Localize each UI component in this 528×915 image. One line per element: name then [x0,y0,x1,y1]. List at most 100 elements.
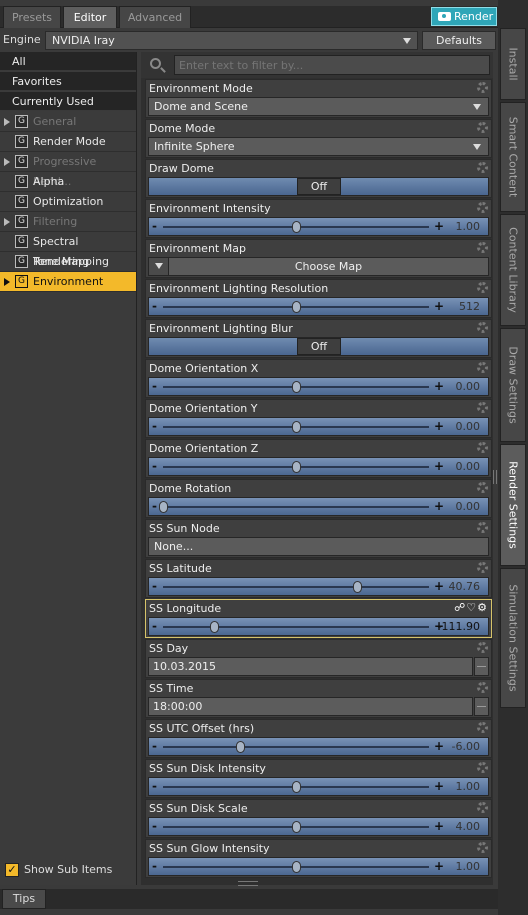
slider-value[interactable]: 1.00 [456,778,481,795]
checkmark-icon[interactable]: ✓ [5,863,19,877]
draw-dome-toggle[interactable]: Off [148,177,489,196]
tab-simulation-settings[interactable]: Simulation Settings [500,568,526,708]
tab-content-library[interactable]: Content Library [500,214,526,326]
link-favorite-gear-icons[interactable]: ☍♡⚙ [454,601,488,614]
scrollbar-grip[interactable] [493,470,497,484]
gear-icon[interactable] [477,482,488,493]
expand-arrow-icon[interactable] [4,118,10,126]
gear-icon[interactable] [477,362,488,373]
gear-icon[interactable] [477,682,488,693]
decrement-button[interactable]: - [152,498,157,514]
slider-knob[interactable] [292,301,301,313]
tab-smart-content[interactable]: Smart Content [500,102,526,212]
utc-offset-slider[interactable]: - + -6.00 [148,737,489,756]
lighting-blur-toggle[interactable]: Off [148,337,489,356]
day-spinner[interactable] [474,657,489,676]
decrement-button[interactable]: - [152,378,157,394]
sun-disk-intensity-slider[interactable]: - +1.00 [148,777,489,796]
expand-arrow-icon[interactable] [4,218,10,226]
sun-disk-scale-slider[interactable]: - +4.00 [148,817,489,836]
increment-button[interactable]: + [434,578,444,595]
gear-icon[interactable] [477,562,488,573]
slider-value[interactable]: 0.00 [456,418,481,435]
slider-knob[interactable] [159,501,168,513]
dome-orientation-y-slider[interactable]: - +0.00 [148,417,489,436]
engine-select[interactable]: NVIDIA Iray [45,31,418,50]
slider-knob[interactable] [292,381,301,393]
slider-knob[interactable] [292,821,301,833]
gear-icon[interactable] [477,722,488,733]
slider-track[interactable] [163,746,429,748]
choose-map-button[interactable]: Choose Map [169,258,488,275]
increment-button[interactable]: + [434,778,444,795]
slider-knob[interactable] [236,741,246,753]
environment-mode-select[interactable]: Dome and Scene [148,97,489,116]
category-currently-used[interactable]: Currently Used [0,92,136,111]
group-optimization[interactable]: G Optimization [0,192,136,212]
slider-value[interactable]: 1.00 [456,218,481,235]
group-general[interactable]: G General [0,112,136,132]
day-field[interactable]: 10.03.2015 [148,657,473,676]
expand-arrow-icon[interactable] [4,278,10,286]
tips-tab[interactable]: Tips [2,889,46,909]
increment-button[interactable]: + [434,298,444,315]
gear-icon[interactable] [477,802,488,813]
group-render-mode[interactable]: G Render Mode [0,132,136,152]
dome-rotation-slider[interactable]: - +0.00 [148,497,489,516]
gear-icon[interactable] [477,122,488,133]
slider-track[interactable] [163,626,429,628]
gear-icon[interactable] [477,282,488,293]
increment-button[interactable]: + [434,378,444,395]
gear-icon[interactable] [477,642,488,653]
tab-advanced[interactable]: Advanced [119,6,191,28]
gear-icon[interactable] [477,202,488,213]
environment-map-picker[interactable]: Choose Map [148,257,489,276]
decrement-button[interactable]: - [152,858,157,874]
decrement-button[interactable]: - [152,298,157,314]
sun-node-picker[interactable]: None... [148,537,489,556]
slider-track[interactable] [163,586,429,588]
decrement-button[interactable]: - [152,458,157,474]
decrement-button[interactable]: - [152,818,157,834]
slider-knob[interactable] [353,581,363,593]
gear-icon[interactable] [477,842,488,853]
expand-arrow-icon[interactable] [4,158,10,166]
render-button[interactable]: Render [431,7,497,26]
tab-install[interactable]: Install [500,28,526,100]
dome-orientation-z-slider[interactable]: - +0.00 [148,457,489,476]
slider-value[interactable]: 0.00 [456,458,481,475]
tab-render-settings[interactable]: Render Settings [500,444,526,566]
time-field[interactable]: 18:00:00 [148,697,473,716]
gear-icon[interactable] [477,442,488,453]
slider-value[interactable]: -111.90 [438,618,480,635]
slider-knob[interactable] [209,621,219,633]
group-spectral-rendering[interactable]: G Spectral Rendering [0,232,136,268]
decrement-button[interactable]: - [152,418,157,434]
decrement-button[interactable]: - [152,618,157,634]
search-icon[interactable] [150,58,161,69]
gear-icon[interactable] [477,162,488,173]
increment-button[interactable]: + [434,458,444,475]
slider-knob[interactable] [292,421,301,433]
increment-button[interactable]: + [434,738,444,755]
group-filtering[interactable]: G Filtering [0,212,136,232]
tab-draw-settings[interactable]: Draw Settings [500,328,526,442]
slider-track[interactable] [163,506,429,508]
gear-icon[interactable] [477,402,488,413]
show-sub-items-toggle[interactable]: ✓ Show Sub Items [5,861,112,879]
slider-knob[interactable] [292,781,301,793]
slider-knob[interactable] [292,221,301,233]
decrement-button[interactable]: - [152,778,157,794]
dome-mode-select[interactable]: Infinite Sphere [148,137,489,156]
slider-knob[interactable] [292,861,301,873]
decrement-button[interactable]: - [152,578,157,594]
group-alpha[interactable]: G Alpha [0,172,136,192]
category-all[interactable]: All [0,52,136,71]
filter-input[interactable] [174,55,490,75]
slider-value[interactable]: 512 [459,298,480,315]
decrement-button[interactable]: - [152,738,157,754]
increment-button[interactable]: + [434,498,444,515]
slider-value[interactable]: 0.00 [456,498,481,515]
defaults-button[interactable]: Defaults [422,31,496,50]
slider-value[interactable]: 0.00 [456,378,481,395]
